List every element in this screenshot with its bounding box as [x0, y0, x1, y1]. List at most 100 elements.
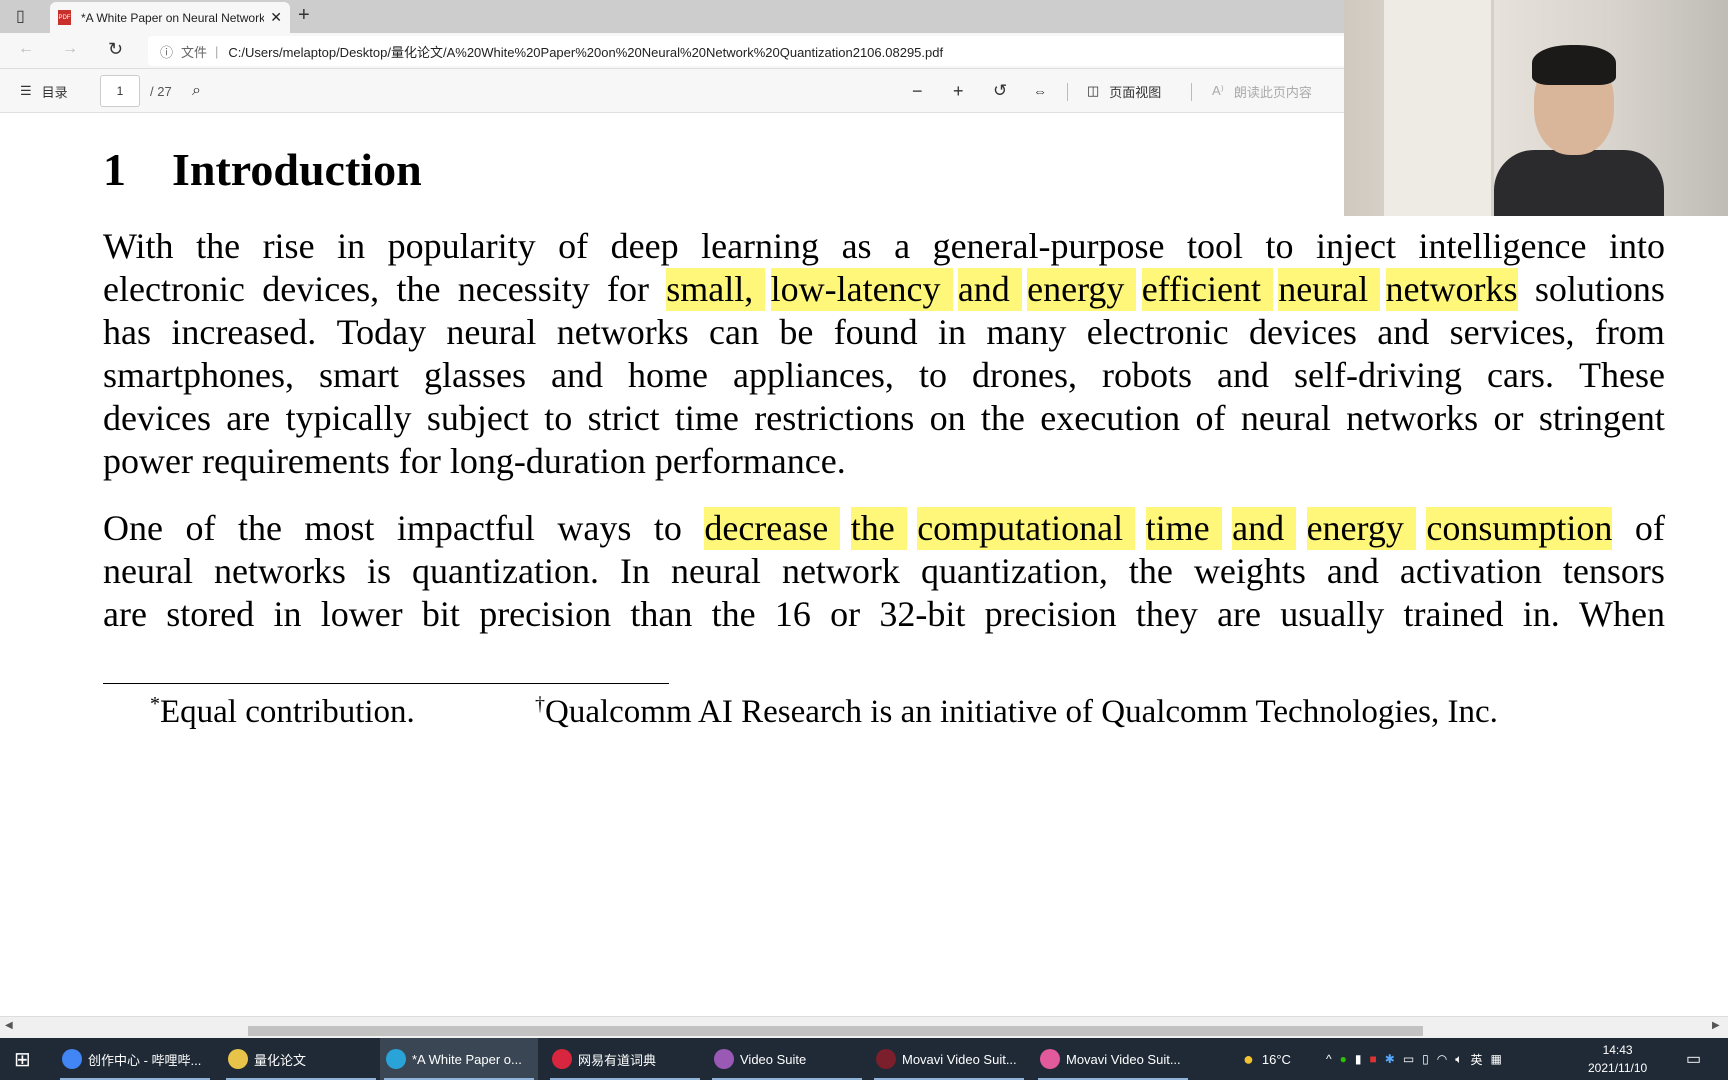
- word: has: [103, 312, 151, 352]
- scroll-right-icon[interactable]: ▶: [1712, 1020, 1720, 1031]
- word: 16: [774, 594, 811, 634]
- highlighted-word: low-latency: [770, 268, 941, 311]
- webcam-background: [1384, 0, 1494, 216]
- start-button[interactable]: ⊞: [8, 1038, 44, 1080]
- scroll-left-icon[interactable]: ◀: [5, 1020, 13, 1031]
- app-icon[interactable]: ■: [1370, 1052, 1377, 1066]
- date: 2021/11/10: [1588, 1061, 1648, 1075]
- word: a: [894, 226, 911, 266]
- taskbar-item-label: 网易有道词典: [578, 1052, 657, 1068]
- word: requirements: [201, 441, 390, 481]
- taskbar-item[interactable]: 网易有道词典: [546, 1038, 704, 1080]
- zoom-in-icon[interactable]: +: [953, 69, 964, 113]
- section-number: 1: [103, 144, 126, 195]
- url-text: C:/Users/melaptop/Desktop/量化论文/A%20White…: [228, 44, 944, 60]
- taskbar-item[interactable]: Movavi Video Suit...: [870, 1038, 1028, 1080]
- weather-icon: ●: [1243, 1048, 1254, 1069]
- app-icon: [228, 1049, 248, 1069]
- page-number-input[interactable]: 1: [100, 75, 140, 107]
- word: popularity: [387, 226, 536, 266]
- notification-icon[interactable]: ▭: [1686, 1038, 1701, 1080]
- weather[interactable]: ● 16°C: [1243, 1038, 1291, 1080]
- page-view-button[interactable]: ◫ 页面视图: [1087, 69, 1161, 113]
- toc-button[interactable]: ☰ 目录: [20, 69, 68, 113]
- taskbar-item-label: Movavi Video Suit...: [902, 1051, 1017, 1067]
- address-input[interactable]: ⓘ 文件 | C:/Users/melaptop/Desktop/量化论文/A%…: [148, 36, 1348, 66]
- info-icon[interactable]: ⓘ: [160, 42, 173, 61]
- highlighted-word: energy: [1027, 268, 1125, 311]
- volume-icon[interactable]: 🔈︎: [1455, 1052, 1462, 1067]
- highlighted-word: small,: [666, 268, 754, 311]
- word: neural: [670, 551, 761, 591]
- forward-icon[interactable]: →: [62, 40, 78, 58]
- word: smartphones,: [103, 355, 294, 395]
- word: can: [709, 312, 760, 352]
- word: In: [619, 551, 650, 591]
- taskbar-item-label: Video Suite: [740, 1051, 807, 1067]
- read-aloud-button[interactable]: A⁾ 朗读此页内容: [1212, 69, 1312, 113]
- taskbar-item[interactable]: 创作中心 - 哔哩哔...: [56, 1038, 214, 1080]
- new-tab-icon[interactable]: +: [298, 4, 310, 27]
- wechat-icon[interactable]: ●: [1340, 1052, 1347, 1066]
- word: in: [938, 312, 967, 352]
- word: strict: [587, 398, 660, 438]
- wifi-icon[interactable]: ◠: [1437, 1052, 1447, 1066]
- word: as: [841, 226, 872, 266]
- word: Today: [336, 312, 427, 352]
- taskbar-item[interactable]: *A White Paper o...: [380, 1038, 538, 1080]
- horizontal-scrollbar[interactable]: ◀ ▶: [0, 1016, 1728, 1038]
- word: the: [396, 269, 441, 309]
- tab-title: *A White Paper on Neural Network Quantiz…: [81, 10, 265, 25]
- word: than: [630, 594, 693, 634]
- word: smart: [318, 355, 399, 395]
- battery-icon[interactable]: ▯: [1422, 1052, 1429, 1066]
- paragraph-1: With the rise in popularity of deep learning as a…: [103, 225, 1665, 483]
- word: most: [304, 508, 375, 548]
- word: home: [628, 355, 708, 395]
- taskbar-item-label: 创作中心 - 哔哩哔...: [88, 1052, 202, 1068]
- display-icon[interactable]: ▭: [1403, 1052, 1414, 1066]
- bluetooth-icon[interactable]: ✱: [1385, 1052, 1395, 1066]
- clock[interactable]: 14:43 2021/11/10: [1588, 1041, 1647, 1077]
- scrollbar-thumb[interactable]: [248, 1026, 1423, 1036]
- word: are: [103, 594, 147, 634]
- system-tray: ^ ● ▮ ■ ✱ ▭ ▯ ◠ 🔈︎ 英 ▦: [1326, 1038, 1502, 1080]
- word: solutions: [1534, 269, 1665, 309]
- tab-pdf[interactable]: PDF *A White Paper on Neural Network Qua…: [50, 2, 290, 33]
- word: or: [830, 594, 861, 634]
- close-tab-icon[interactable]: ✕: [270, 9, 282, 26]
- refresh-icon[interactable]: ↻: [108, 39, 123, 60]
- word: self-driving: [1294, 355, 1462, 395]
- rotate-icon[interactable]: ↺: [993, 69, 1007, 113]
- word: networks: [213, 551, 346, 591]
- taskbar-item[interactable]: Video Suite: [708, 1038, 866, 1080]
- taskbar-item[interactable]: 量化论文: [222, 1038, 380, 1080]
- word: devices: [103, 398, 211, 438]
- word: quantization,: [920, 551, 1108, 591]
- word: to: [544, 398, 573, 438]
- app-icon: [1040, 1049, 1060, 1069]
- word: in: [273, 594, 302, 634]
- ime-indicator[interactable]: 英: [1470, 1051, 1482, 1068]
- word: trained: [1403, 594, 1504, 634]
- keyboard-icon[interactable]: ▦: [1490, 1052, 1501, 1066]
- word: to: [1265, 226, 1294, 266]
- list-icon: ☰: [20, 83, 32, 98]
- text-line: electronic devices, the necessity for small, l…: [103, 268, 1665, 311]
- tab-actions-icon[interactable]: ▯: [16, 6, 25, 26]
- taskbar-item[interactable]: Movavi Video Suit...: [1034, 1038, 1192, 1080]
- section-heading: 1 Introduction: [103, 143, 422, 196]
- zoom-out-icon[interactable]: −: [912, 69, 923, 113]
- toc-label: 目录: [41, 84, 68, 100]
- microphone-icon[interactable]: ▮: [1355, 1052, 1362, 1066]
- back-icon[interactable]: ←: [18, 40, 34, 58]
- word: to: [653, 508, 682, 548]
- word: long-duration: [449, 441, 646, 481]
- fit-width-icon[interactable]: ⇔: [1033, 69, 1047, 113]
- chevron-up-icon[interactable]: ^: [1326, 1052, 1332, 1066]
- word: on: [929, 398, 966, 438]
- pdf-icon: PDF: [58, 10, 71, 25]
- word: the: [196, 226, 241, 266]
- search-icon[interactable]: ⌕: [192, 69, 201, 113]
- read-aloud-label: 朗读此页内容: [1233, 84, 1312, 100]
